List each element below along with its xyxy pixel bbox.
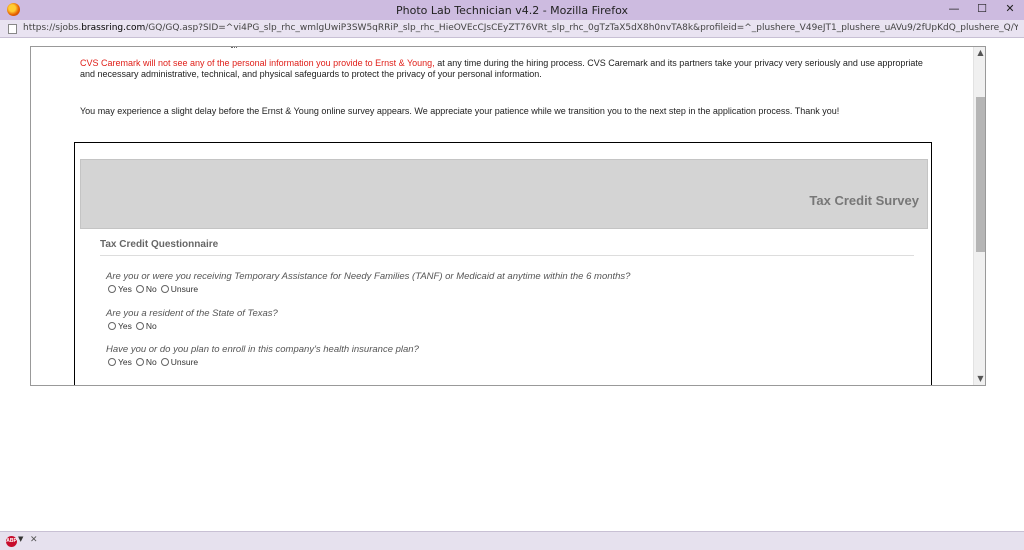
url-prefix: https://sjobs.	[23, 23, 82, 33]
cut-off-text	[231, 47, 237, 49]
radio-button[interactable]	[108, 285, 116, 293]
privacy-warning-text: CVS Caremark will not see any of the per…	[80, 58, 435, 68]
status-bar: ABP ▼ ✕	[0, 531, 1024, 550]
delay-notice: You may experience a slight delay before…	[80, 106, 840, 116]
option-label: Yes	[118, 357, 132, 367]
close-window-button[interactable]: ✕	[996, 0, 1024, 20]
page-icon	[8, 24, 17, 34]
radio-option-unsure[interactable]: Unsure	[160, 284, 199, 294]
option-label: No	[145, 321, 157, 331]
option-label: Yes	[118, 284, 132, 294]
radio-button[interactable]	[160, 358, 169, 366]
scroll-thumb[interactable]	[976, 97, 985, 252]
questionnaire-heading: Tax Credit Questionnaire	[100, 239, 914, 256]
radio-button[interactable]	[108, 322, 116, 330]
adblock-dropdown-icon[interactable]: ▼	[18, 535, 23, 543]
radio-option-yes[interactable]: Yes	[108, 284, 132, 294]
privacy-paragraph: CVS Caremark will not see any of the per…	[80, 58, 930, 80]
close-statusbar-icon[interactable]: ✕	[30, 535, 38, 545]
survey-modal: CVS Caremark will not see any of the per…	[30, 46, 986, 386]
question-texas-resident: Are you a resident of the State of Texas…	[106, 308, 278, 319]
url-text[interactable]: https://sjobs.brassring.com/GQ/GQ.asp?SI…	[23, 23, 1018, 33]
scroll-up-arrow-icon[interactable]: ▲	[974, 47, 985, 59]
radio-button[interactable]	[160, 285, 169, 293]
question-health-insurance: Have you or do you plan to enroll in thi…	[106, 344, 419, 355]
maximize-button[interactable]: ☐	[968, 0, 996, 20]
survey-title: Tax Credit Survey	[809, 193, 919, 208]
option-label: Unsure	[170, 284, 199, 294]
option-label: No	[145, 284, 157, 294]
radio-option-yes[interactable]: Yes	[108, 357, 132, 367]
option-label: No	[145, 357, 157, 367]
scroll-down-arrow-icon[interactable]: ▼	[974, 373, 985, 385]
option-label: Unsure	[170, 357, 199, 367]
radio-button[interactable]	[135, 322, 144, 330]
url-domain: brassring.com	[81, 23, 146, 33]
window-titlebar: Photo Lab Technician v4.2 - Mozilla Fire…	[0, 0, 1024, 20]
radio-button[interactable]	[135, 358, 144, 366]
window-title: Photo Lab Technician v4.2 - Mozilla Fire…	[396, 4, 628, 17]
vertical-scrollbar[interactable]: ▲ ▼	[973, 47, 985, 385]
modal-content: CVS Caremark will not see any of the per…	[31, 47, 973, 385]
question-tanf: Are you or were you receiving Temporary …	[106, 271, 631, 282]
radio-option-no[interactable]: No	[135, 321, 157, 331]
address-bar[interactable]: https://sjobs.brassring.com/GQ/GQ.asp?SI…	[0, 20, 1024, 38]
radio-option-no[interactable]: No	[135, 284, 157, 294]
url-rest: /GQ/GQ.asp?SID=^vi4PG_slp_rhc_wmlgUwiP3S…	[145, 23, 1018, 33]
adblock-icon[interactable]: ABP	[6, 536, 17, 547]
radio-button[interactable]	[108, 358, 116, 366]
survey-header: Tax Credit Survey	[80, 159, 928, 229]
option-label: Yes	[118, 321, 132, 331]
survey-frame: Tax Credit Survey Tax Credit Questionnai…	[74, 142, 932, 385]
options-health-insurance: Yes No Unsure	[108, 357, 202, 367]
options-texas-resident: Yes No	[108, 321, 161, 331]
radio-option-yes[interactable]: Yes	[108, 321, 132, 331]
options-tanf: Yes No Unsure	[108, 284, 202, 294]
radio-option-unsure[interactable]: Unsure	[160, 357, 199, 367]
radio-option-no[interactable]: No	[135, 357, 157, 367]
radio-button[interactable]	[135, 285, 144, 293]
minimize-button[interactable]: —	[940, 0, 968, 20]
